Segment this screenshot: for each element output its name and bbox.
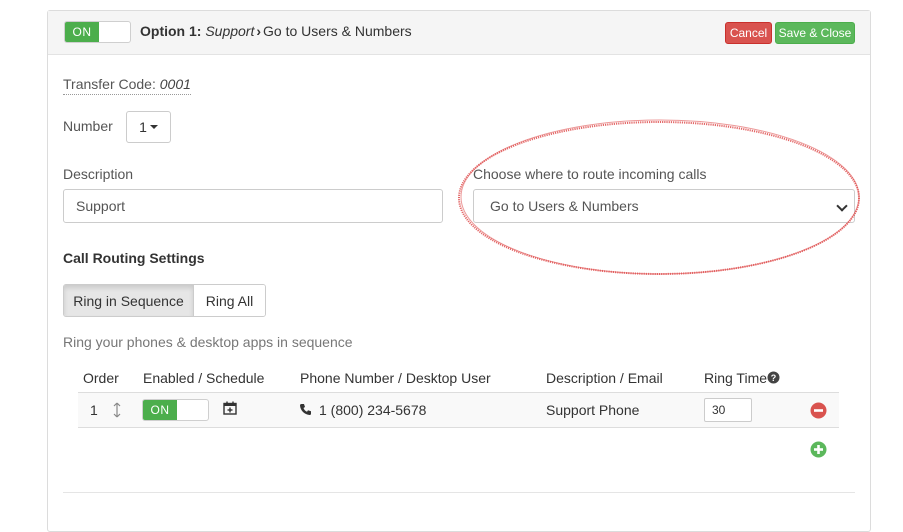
- calendar-add-icon[interactable]: [223, 401, 237, 415]
- svg-text:?: ?: [771, 373, 777, 383]
- header-phone: Phone Number / Desktop User: [300, 370, 491, 386]
- header-description: Description / Email: [546, 370, 663, 386]
- routing-mode-group: Ring in Sequence Ring All: [63, 284, 266, 317]
- title-arrow: ›: [256, 23, 262, 39]
- route-select[interactable]: Go to Users & Numbers: [473, 189, 855, 223]
- toggle-on-label: ON: [143, 400, 177, 420]
- call-routing-title: Call Routing Settings: [63, 250, 205, 266]
- toggle-on-label: ON: [65, 22, 99, 42]
- route-value: Go to Users & Numbers: [490, 198, 639, 214]
- sort-icon[interactable]: [113, 402, 121, 418]
- number-value: 1: [139, 119, 147, 135]
- caret-down-icon: [149, 125, 158, 129]
- ring-in-sequence-button[interactable]: Ring in Sequence: [64, 285, 194, 316]
- add-circle-icon[interactable]: [810, 441, 827, 458]
- number-dropdown[interactable]: 1: [126, 111, 171, 143]
- section-divider: [63, 492, 855, 493]
- routing-help-text: Ring your phones & desktop apps in seque…: [63, 334, 353, 350]
- cancel-button[interactable]: Cancel: [725, 22, 772, 44]
- row-phone-number: 1 (800) 234-5678: [319, 402, 427, 418]
- row-description: Support Phone: [546, 402, 640, 418]
- phone-icon: [300, 404, 311, 415]
- header-enabled: Enabled / Schedule: [143, 370, 265, 386]
- row-enabled-toggle[interactable]: ON: [142, 399, 209, 421]
- ring-time-input[interactable]: 30: [704, 398, 752, 422]
- header-ring-time: Ring Time: [704, 370, 768, 386]
- transfer-code[interactable]: Transfer Code: 0001: [63, 76, 191, 95]
- ring-time-value: 30: [712, 403, 726, 417]
- description-input[interactable]: [63, 189, 443, 223]
- row-order: 1: [90, 402, 98, 418]
- option-title-prefix: Option 1:: [140, 23, 202, 39]
- transfer-code-label: Transfer Code:: [63, 76, 156, 92]
- option-enabled-toggle[interactable]: ON: [64, 21, 131, 43]
- option-title-name: Support: [205, 23, 255, 39]
- transfer-code-value: 0001: [159, 76, 191, 92]
- header-order: Order: [83, 370, 119, 386]
- save-close-button[interactable]: Save & Close: [775, 22, 855, 44]
- number-label: Number: [63, 118, 113, 134]
- chevron-down-icon: [836, 200, 848, 212]
- route-label: Choose where to route incoming calls: [473, 166, 707, 182]
- remove-circle-icon[interactable]: [810, 402, 827, 419]
- description-label: Description: [63, 166, 134, 182]
- option-title: Option 1: Support › Go to Users & Numbers: [140, 23, 412, 39]
- help-circle-icon[interactable]: ?: [767, 371, 780, 384]
- panel-header: ON Option 1: Support › Go to Users & Numbe…: [48, 11, 870, 55]
- table-divider: [78, 427, 839, 428]
- ring-all-button[interactable]: Ring All: [194, 285, 265, 316]
- option-title-destination: Go to Users & Numbers: [263, 23, 412, 39]
